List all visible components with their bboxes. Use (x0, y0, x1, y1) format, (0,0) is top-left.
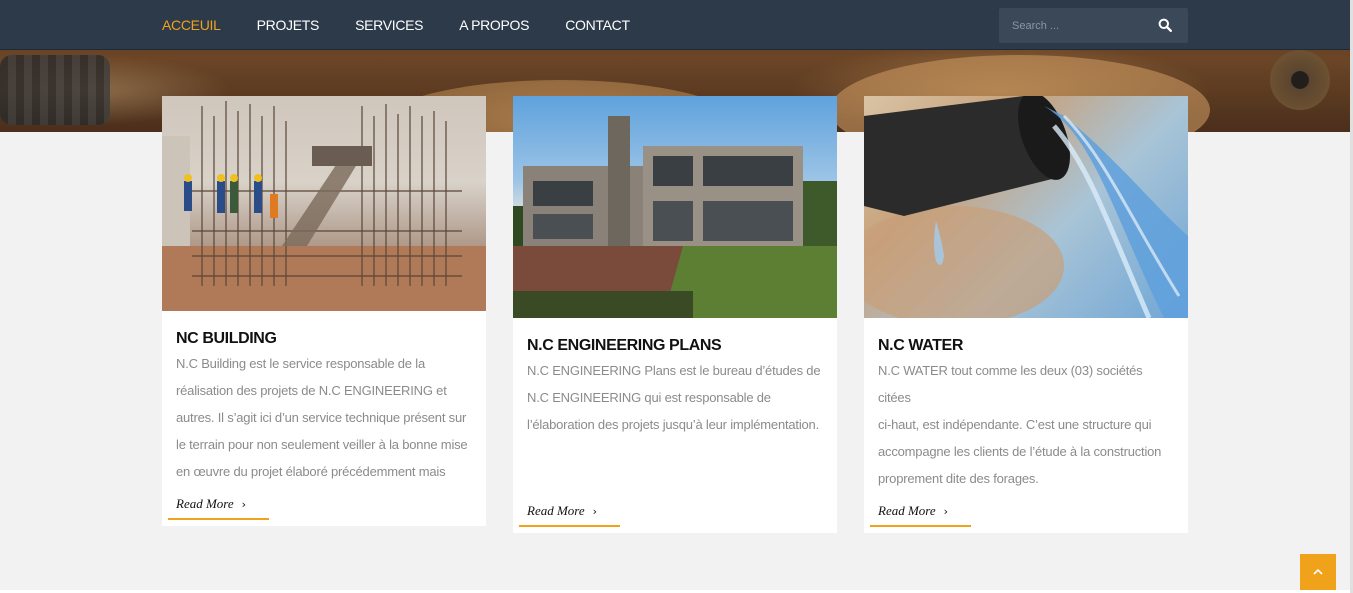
card-text-line: proprement dite des forages. (878, 471, 1039, 486)
service-card-water: N.C WATER N.C WATER tout comme les deux … (864, 96, 1188, 533)
card-text-line: ci-haut, est indépendante. C’est une str… (878, 417, 1152, 432)
back-to-top-button[interactable] (1300, 554, 1336, 590)
modern-house-illustration (513, 116, 837, 318)
nav-item-services[interactable]: SERVICES (355, 17, 423, 33)
card-text-line: autres. Il s’agit ici d’un service techn… (176, 410, 467, 425)
read-more-link[interactable]: Read More › (870, 497, 971, 527)
card-text-line: en œuvre du projet élaboré précédemment … (176, 464, 446, 479)
search-box (999, 8, 1188, 43)
card-description: N.C Building est le service responsable … (176, 350, 472, 485)
search-input[interactable] (999, 8, 1149, 43)
card-text-line: accompagne les clients de l’étude à la c… (878, 444, 1162, 459)
search-icon[interactable] (1158, 18, 1172, 32)
card-text-line: N.C ENGINEERING Plans est le bureau d’ét… (527, 363, 821, 378)
card-text-line: N.C WATER tout comme les deux (03) socié… (878, 363, 1143, 405)
chevron-right-icon: › (592, 505, 598, 518)
card-text-line: le terrain pour non seulement veiller à … (176, 437, 468, 452)
chevron-up-icon (1313, 568, 1323, 575)
construction-site-image (162, 96, 486, 311)
card-title: NC BUILDING (176, 330, 277, 347)
card-description: N.C ENGINEERING Plans est le bureau d’ét… (527, 357, 823, 438)
card-description: N.C WATER tout comme les deux (03) socié… (878, 357, 1174, 492)
water-pipe-image (864, 96, 1188, 318)
chevron-right-icon: › (241, 498, 247, 511)
nav-item-a-propos[interactable]: A PROPOS (459, 17, 529, 33)
card-text-line: N.C ENGINEERING qui est responsable de (527, 390, 771, 405)
service-card-building: NC BUILDING N.C Building est le service … (162, 96, 486, 526)
read-more-label: Read More (527, 503, 585, 518)
excavator-track-image (0, 55, 110, 125)
modern-house-image (513, 96, 837, 318)
top-navbar: ACCEUIL PROJETS SERVICES A PROPOS CONTAC… (0, 0, 1350, 50)
read-more-label: Read More (176, 496, 234, 511)
nav-item-contact[interactable]: CONTACT (565, 17, 630, 33)
card-title: N.C WATER (878, 337, 963, 354)
read-more-link[interactable]: Read More › (519, 497, 620, 527)
read-more-link[interactable]: Read More › (168, 490, 269, 520)
service-card-engineering: N.C ENGINEERING PLANS N.C ENGINEERING Pl… (513, 96, 837, 533)
nav-item-acceuil[interactable]: ACCEUIL (162, 17, 221, 33)
card-text-line: N.C Building est le service responsable … (176, 356, 425, 371)
card-title: N.C ENGINEERING PLANS (527, 337, 722, 354)
construction-site-illustration (162, 101, 486, 311)
chevron-right-icon: › (943, 505, 949, 518)
main-nav: ACCEUIL PROJETS SERVICES A PROPOS CONTAC… (162, 0, 666, 50)
card-text-line: l’élaboration des projets jusqu’à leur i… (527, 417, 819, 432)
nav-item-projets[interactable]: PROJETS (257, 17, 320, 33)
read-more-label: Read More (878, 503, 936, 518)
water-pipe-illustration (864, 96, 1188, 318)
excavator-bucket-image (1270, 50, 1330, 110)
card-text-line: réalisation des projets de N.C ENGINEERI… (176, 383, 447, 398)
